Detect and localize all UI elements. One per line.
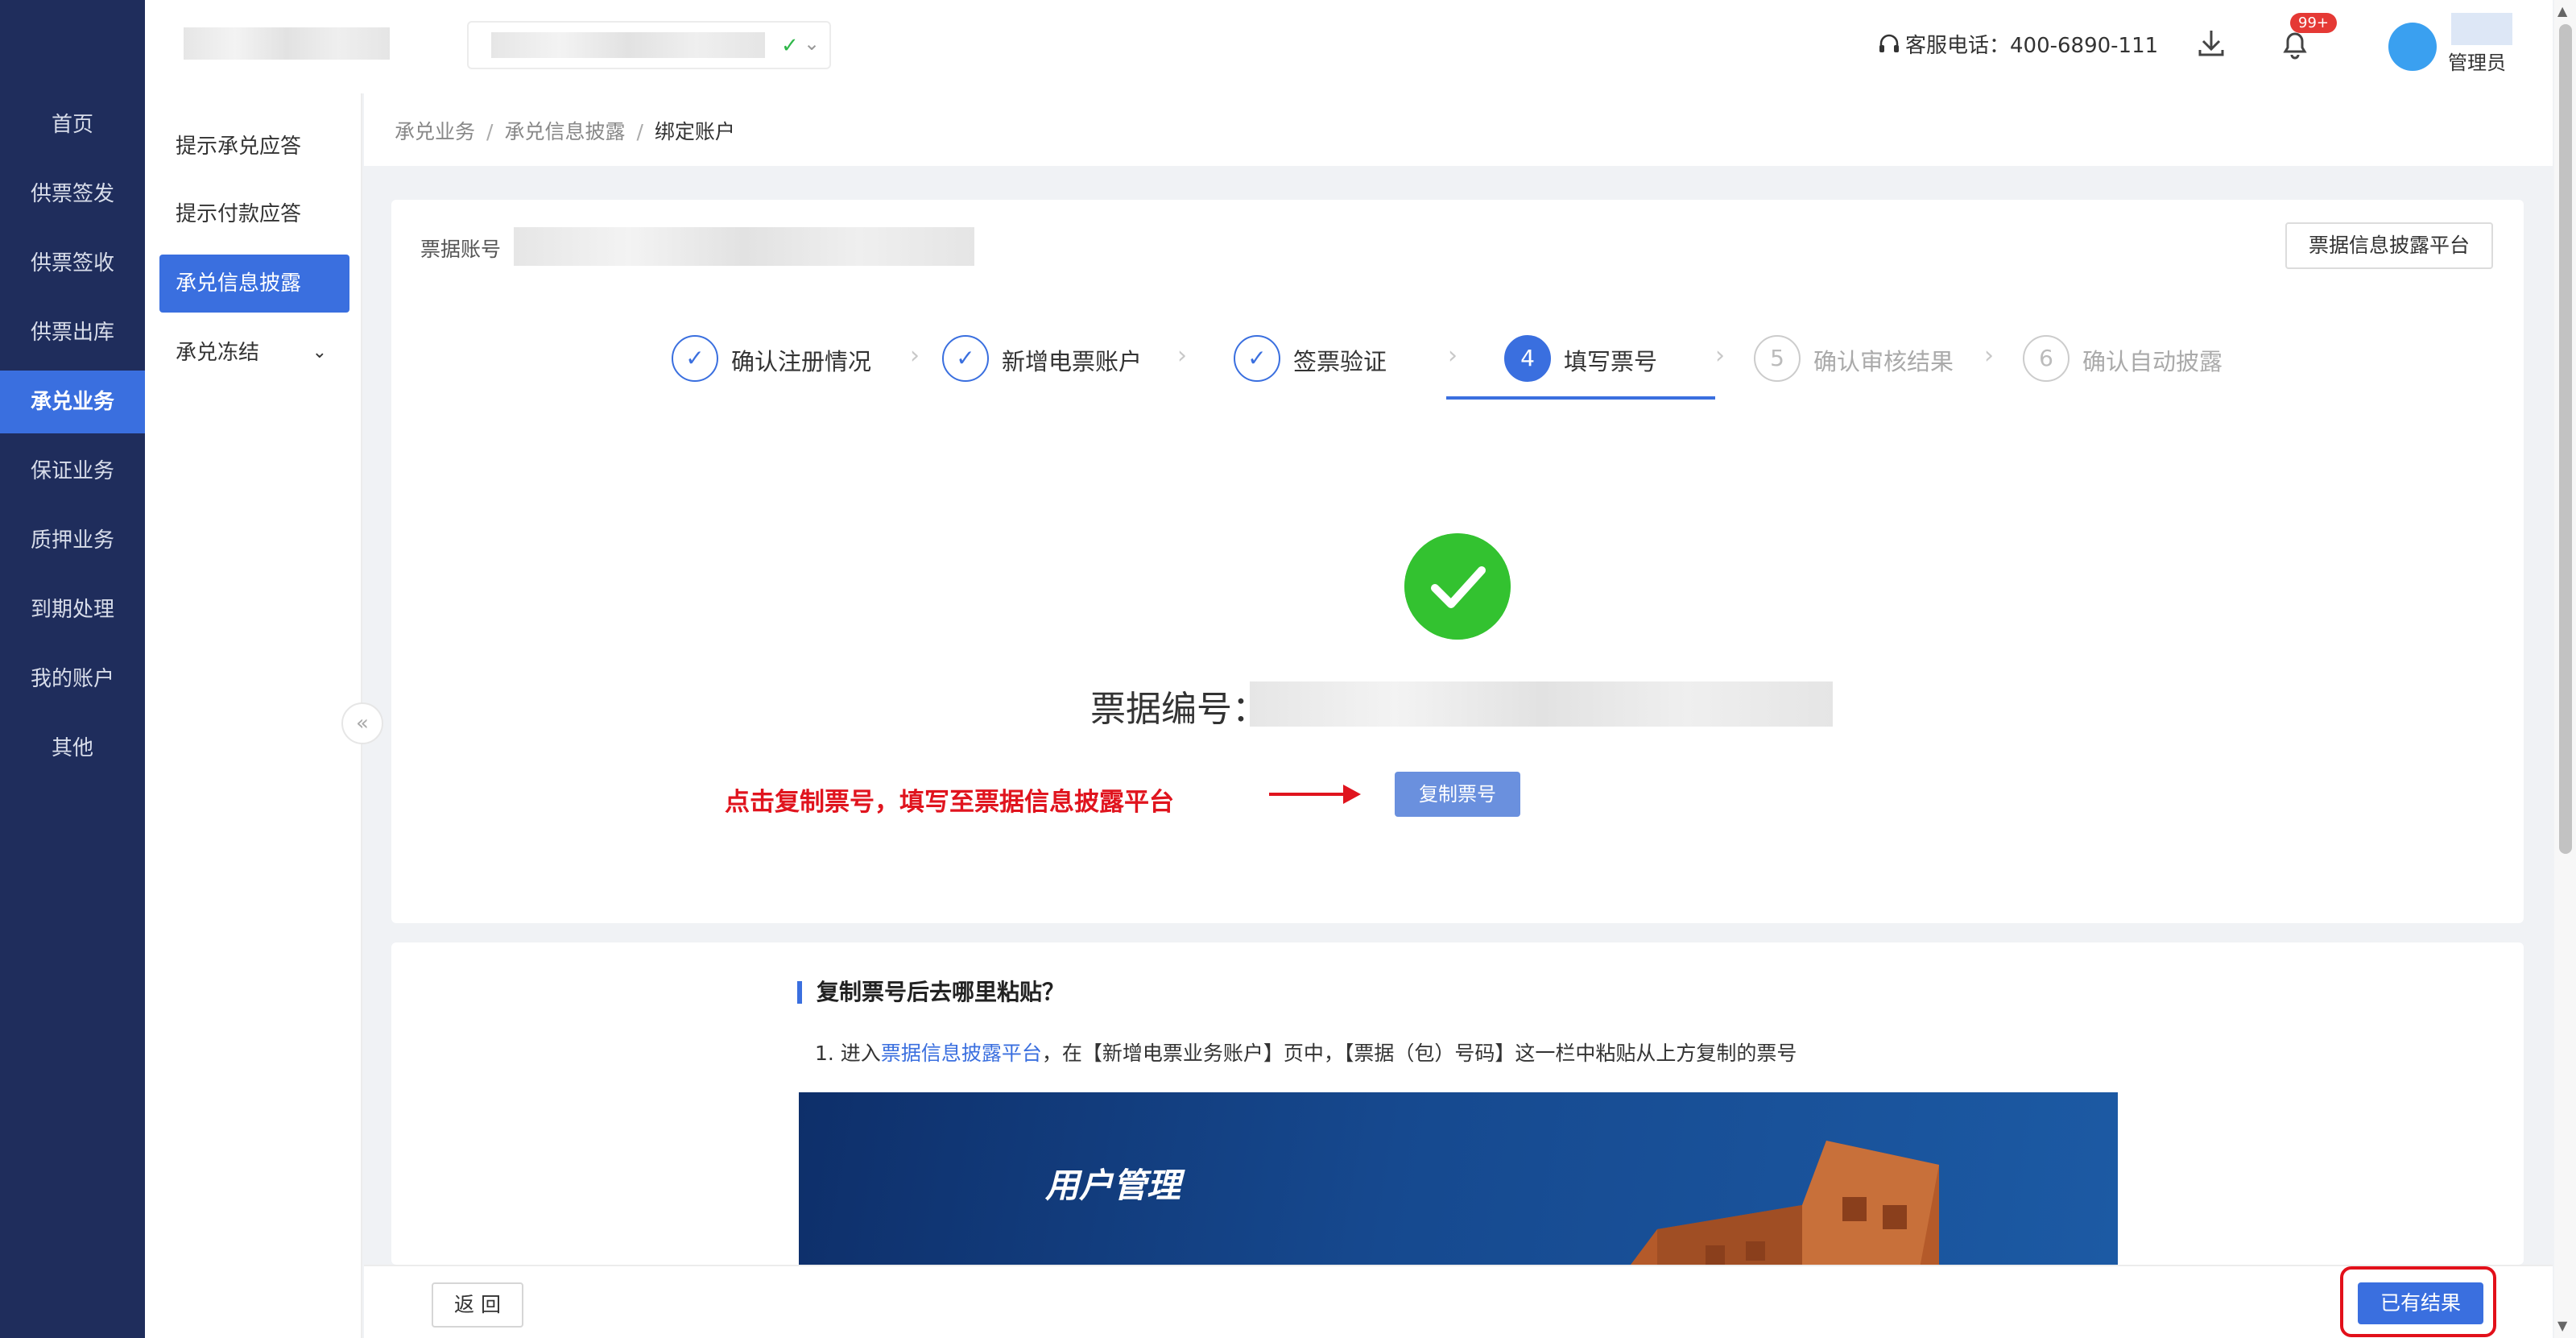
service-phone-text: 客服电话：400-6890-111 <box>1905 34 2159 58</box>
building-image <box>1631 1141 1939 1265</box>
step-label: 新增电票账户 <box>1002 348 1143 375</box>
sub-menu: 提示承兑应答 提示付款应答 承兑信息披露 承兑冻结 ⌄ <box>145 93 362 1338</box>
company-selector[interactable]: ✓ ⌄ <box>467 21 831 69</box>
step-label: 填写票号 <box>1564 348 1658 375</box>
scrollbar-thumb[interactable] <box>2559 24 2572 854</box>
help-step-prefix: 1. 进入 <box>815 1042 881 1065</box>
step-number: 5 <box>1754 335 1801 382</box>
breadcrumb-item[interactable]: 承兑信息披露 <box>504 120 625 143</box>
bind-account-card: 票据账号 票据信息披露平台 ✓ 确认注册情况 › ✓ 新增电票账户 › ✓ 签票… <box>391 200 2524 923</box>
step-label: 确认注册情况 <box>731 348 872 375</box>
company-name-redacted <box>491 32 765 58</box>
nav-item-pledge[interactable]: 质押业务 <box>0 509 145 572</box>
arrow-right-icon <box>1269 785 1361 804</box>
breadcrumb-current: 绑定账户 <box>654 120 735 143</box>
nav-item-acceptance[interactable]: 承兑业务 <box>0 371 145 433</box>
breadcrumb-bar: 承兑业务 / 承兑信息披露 / 绑定账户 <box>364 93 2553 166</box>
copy-bill-number-button[interactable]: 复制票号 <box>1395 772 1520 817</box>
org-name-redacted <box>184 27 390 60</box>
download-icon[interactable] <box>2190 23 2232 64</box>
service-phone: 客服电话：400-6890-111 <box>1878 29 2158 59</box>
check-icon: ✓ <box>942 335 989 382</box>
chevron-right-icon: › <box>1177 342 1187 370</box>
chevron-right-icon: › <box>1448 342 1458 370</box>
chevron-right-icon: › <box>1715 342 1725 370</box>
help-card: 复制票号后去哪里粘贴？ 1. 进入票据信息披露平台，在【新增电票业务账户】页中，… <box>391 942 2524 1265</box>
check-icon: ✓ <box>1234 335 1280 382</box>
account-number-redacted <box>514 227 974 266</box>
collapse-sidebar-button[interactable]: « <box>341 702 383 744</box>
footer-bar: 返 回 已有结果 <box>364 1265 2553 1338</box>
disclosure-platform-button[interactable]: 票据信息披露平台 <box>2285 222 2493 269</box>
verified-check-icon: ✓ <box>781 34 799 58</box>
help-title: 复制票号后去哪里粘贴？ <box>797 981 1065 1004</box>
submenu-item-disclosure[interactable]: 承兑信息披露 <box>159 255 349 313</box>
bill-number-label: 票据编号： <box>1090 689 1267 730</box>
chevron-down-icon: ⌄ <box>312 342 327 362</box>
submenu-item-freeze-label: 承兑冻结 <box>176 341 260 365</box>
nav-item-maturity[interactable]: 到期处理 <box>0 578 145 641</box>
nav-item-guarantee[interactable]: 保证业务 <box>0 440 145 503</box>
breadcrumb: 承兑业务 / 承兑信息披露 / 绑定账户 <box>395 116 735 145</box>
submenu-item-prompt-payment[interactable]: 提示付款应答 <box>159 185 349 243</box>
copy-hint: 点击复制票号，填写至票据信息披露平台 <box>725 788 1174 817</box>
account-label: 票据账号 <box>420 238 502 261</box>
nav-item-outbound[interactable]: 供票出库 <box>0 301 145 364</box>
scroll-down-icon[interactable]: ▼ <box>2557 1318 2567 1333</box>
submenu-item-freeze[interactable]: 承兑冻结 ⌄ <box>159 324 349 382</box>
chevron-right-icon: › <box>910 342 920 370</box>
chevron-down-icon: ⌄ <box>804 32 821 55</box>
step-label: 签票验证 <box>1293 348 1387 375</box>
chevron-right-icon: › <box>1984 342 1994 370</box>
banner-title: 用户管理 <box>1045 1166 1181 1205</box>
active-step-indicator <box>1446 396 1715 400</box>
top-header: ✓ ⌄ 客服电话：400-6890-111 99+ 管理员 <box>145 0 2553 93</box>
username-redacted <box>2451 13 2512 45</box>
help-step-1: 1. 进入票据信息披露平台，在【新增电票业务账户】页中，【票据（包）号码】这一栏… <box>815 1038 1797 1067</box>
bill-number-redacted <box>1250 681 1833 727</box>
step-number: 4 <box>1504 335 1551 382</box>
result-button-highlight: 已有结果 <box>2340 1266 2496 1337</box>
breadcrumb-item[interactable]: 承兑业务 <box>395 120 475 143</box>
nav-item-issue[interactable]: 供票签发 <box>0 163 145 226</box>
nav-item-other[interactable]: 其他 <box>0 717 145 780</box>
success-check-icon <box>1404 533 1511 640</box>
main-nav: 首页 供票签发 供票签收 供票出库 承兑业务 保证业务 质押业务 到期处理 我的… <box>0 0 145 1338</box>
notification-badge: 99+ <box>2290 13 2337 33</box>
avatar[interactable] <box>2388 23 2437 71</box>
help-step-suffix: ，在【新增电票业务账户】页中，【票据（包）号码】这一栏中粘贴从上方复制的票号 <box>1041 1042 1797 1065</box>
step-label: 确认自动披露 <box>2082 348 2223 375</box>
breadcrumb-separator: / <box>636 120 643 143</box>
nav-item-my-account[interactable]: 我的账户 <box>0 648 145 710</box>
check-icon: ✓ <box>672 335 718 382</box>
scroll-up-icon[interactable]: ▲ <box>2557 3 2567 19</box>
help-screenshot-banner: 用户管理 <box>799 1092 2118 1265</box>
user-role: 管理员 <box>2448 52 2506 74</box>
breadcrumb-separator: / <box>486 120 494 143</box>
step-label: 确认审核结果 <box>1813 348 1954 375</box>
headset-icon <box>1879 34 1899 52</box>
step-number: 6 <box>2023 335 2069 382</box>
submenu-item-prompt-acceptance[interactable]: 提示承兑应答 <box>159 118 349 176</box>
back-button[interactable]: 返 回 <box>432 1282 523 1328</box>
nav-item-home[interactable]: 首页 <box>0 93 145 156</box>
has-result-button[interactable]: 已有结果 <box>2358 1282 2483 1324</box>
disclosure-platform-link[interactable]: 票据信息披露平台 <box>881 1042 1042 1065</box>
nav-item-receive[interactable]: 供票签收 <box>0 232 145 295</box>
